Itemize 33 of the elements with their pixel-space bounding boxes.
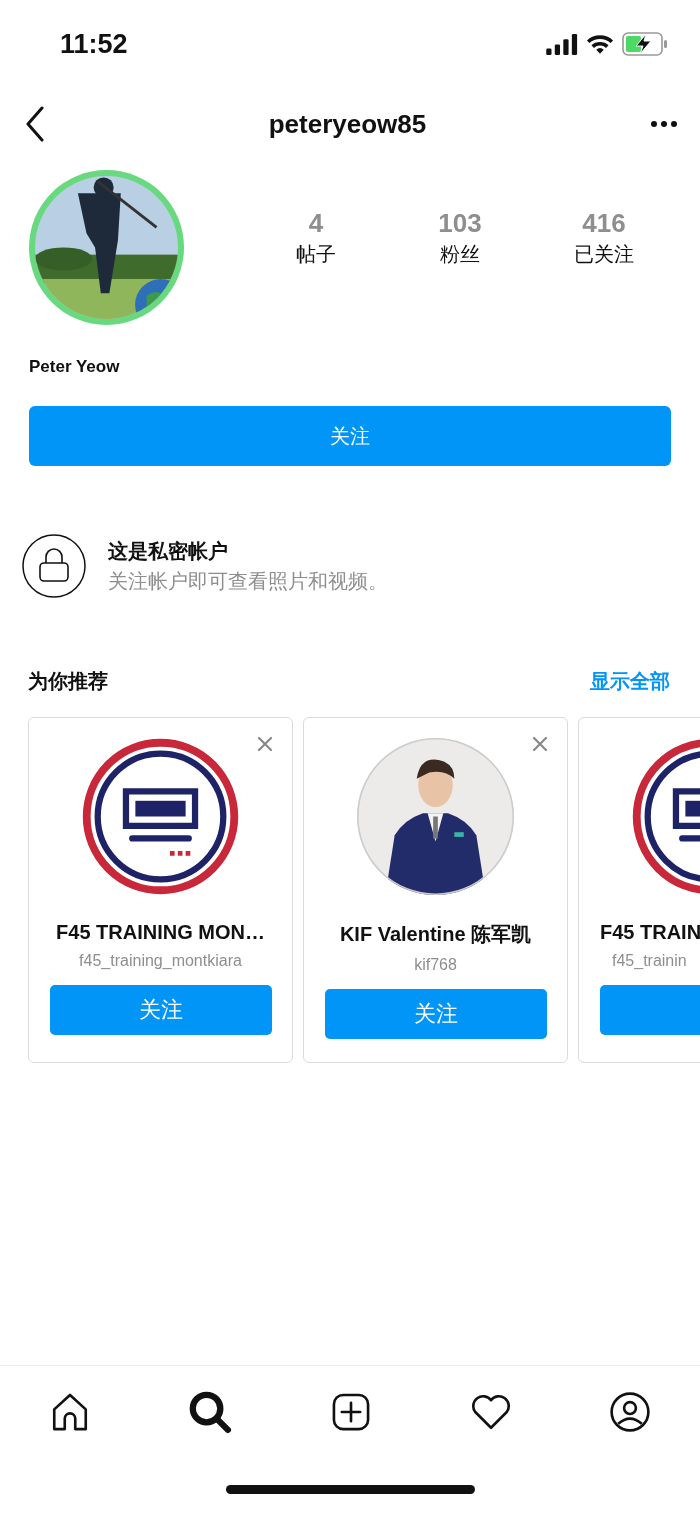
account-name: KIF Valentine 陈军凯: [339, 922, 532, 947]
account-handle: f45_training_montkiara: [79, 952, 242, 970]
search-icon[interactable]: [188, 1390, 233, 1434]
back-icon[interactable]: [25, 106, 45, 142]
section-title: 为你推荐: [28, 669, 108, 694]
lock-icon: [22, 534, 86, 598]
private-account-title: 这是私密帐户: [108, 538, 229, 564]
profile-name: Peter Yeow: [29, 357, 121, 377]
stat-count: 416: [582, 207, 626, 239]
account-handle: f45_trainin: [612, 952, 687, 970]
more-options-icon[interactable]: [650, 120, 678, 128]
follow-button[interactable]: 关注: [29, 406, 671, 466]
stat-count: 4: [308, 207, 324, 239]
private-account-note: 关注帐户即可查看照片和视频。: [108, 568, 388, 594]
stat-label: 帖子: [296, 241, 336, 267]
account-name: F45 TRAIN: [600, 921, 700, 944]
account-name: F45 TRAINING MON…: [56, 921, 265, 944]
stat-label: 粉丝: [440, 241, 480, 267]
account-handle: kif768: [414, 956, 457, 974]
wifi-icon: [586, 33, 614, 55]
add-post-icon[interactable]: [330, 1391, 372, 1433]
profile-icon[interactable]: [609, 1391, 652, 1433]
stat-count: 103: [438, 207, 482, 239]
stat-label: 已关注: [574, 241, 634, 267]
status-time: 11:52: [60, 28, 128, 60]
follow-button[interactable]: 关注: [49, 985, 272, 1035]
close-icon[interactable]: [532, 736, 548, 752]
follow-button[interactable]: 关注: [324, 989, 547, 1039]
see-all-link[interactable]: 显示全部: [590, 668, 670, 695]
profile-username: peteryeow85: [268, 108, 427, 140]
close-icon[interactable]: [257, 736, 273, 752]
signal-icon: [546, 33, 578, 55]
battery-charging-icon: [622, 32, 668, 56]
